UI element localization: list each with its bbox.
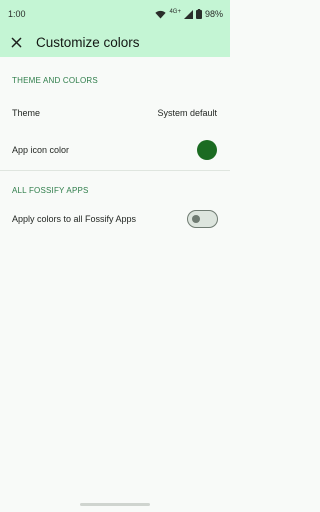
signal-icon xyxy=(183,9,193,19)
theme-row[interactable]: Theme System default xyxy=(0,98,230,128)
close-button[interactable] xyxy=(6,33,26,53)
app-bar: Customize colors xyxy=(0,28,230,57)
theme-value: System default xyxy=(157,108,217,118)
section-header-all-fossify-apps: ALL FOSSIFY APPS xyxy=(12,186,89,195)
status-icons: 4G+ 98% xyxy=(155,9,223,19)
battery-icon xyxy=(195,9,202,19)
section-header-theme-and-colors: THEME AND COLORS xyxy=(12,76,98,85)
close-icon xyxy=(11,37,21,48)
theme-label: Theme xyxy=(12,108,41,118)
apply-colors-row[interactable]: Apply colors to all Fossify Apps xyxy=(0,204,230,234)
toggle-knob xyxy=(192,214,200,223)
app-icon-color-row[interactable]: App icon color xyxy=(0,135,230,165)
gesture-nav-bar[interactable] xyxy=(80,503,150,506)
apply-colors-toggle[interactable] xyxy=(187,210,218,228)
apply-colors-label: Apply colors to all Fossify Apps xyxy=(12,214,137,224)
page-title: Customize colors xyxy=(36,35,140,50)
network-type: 4G+ xyxy=(169,8,181,15)
wifi-icon xyxy=(155,10,167,19)
app-icon-color-swatch[interactable] xyxy=(197,140,217,160)
battery-percent: 98% xyxy=(204,9,223,19)
section-divider xyxy=(0,170,230,171)
status-time: 1:00 xyxy=(8,9,26,19)
status-bar: 1:00 4G+ 98% xyxy=(0,0,230,28)
app-icon-color-label: App icon color xyxy=(12,145,70,155)
